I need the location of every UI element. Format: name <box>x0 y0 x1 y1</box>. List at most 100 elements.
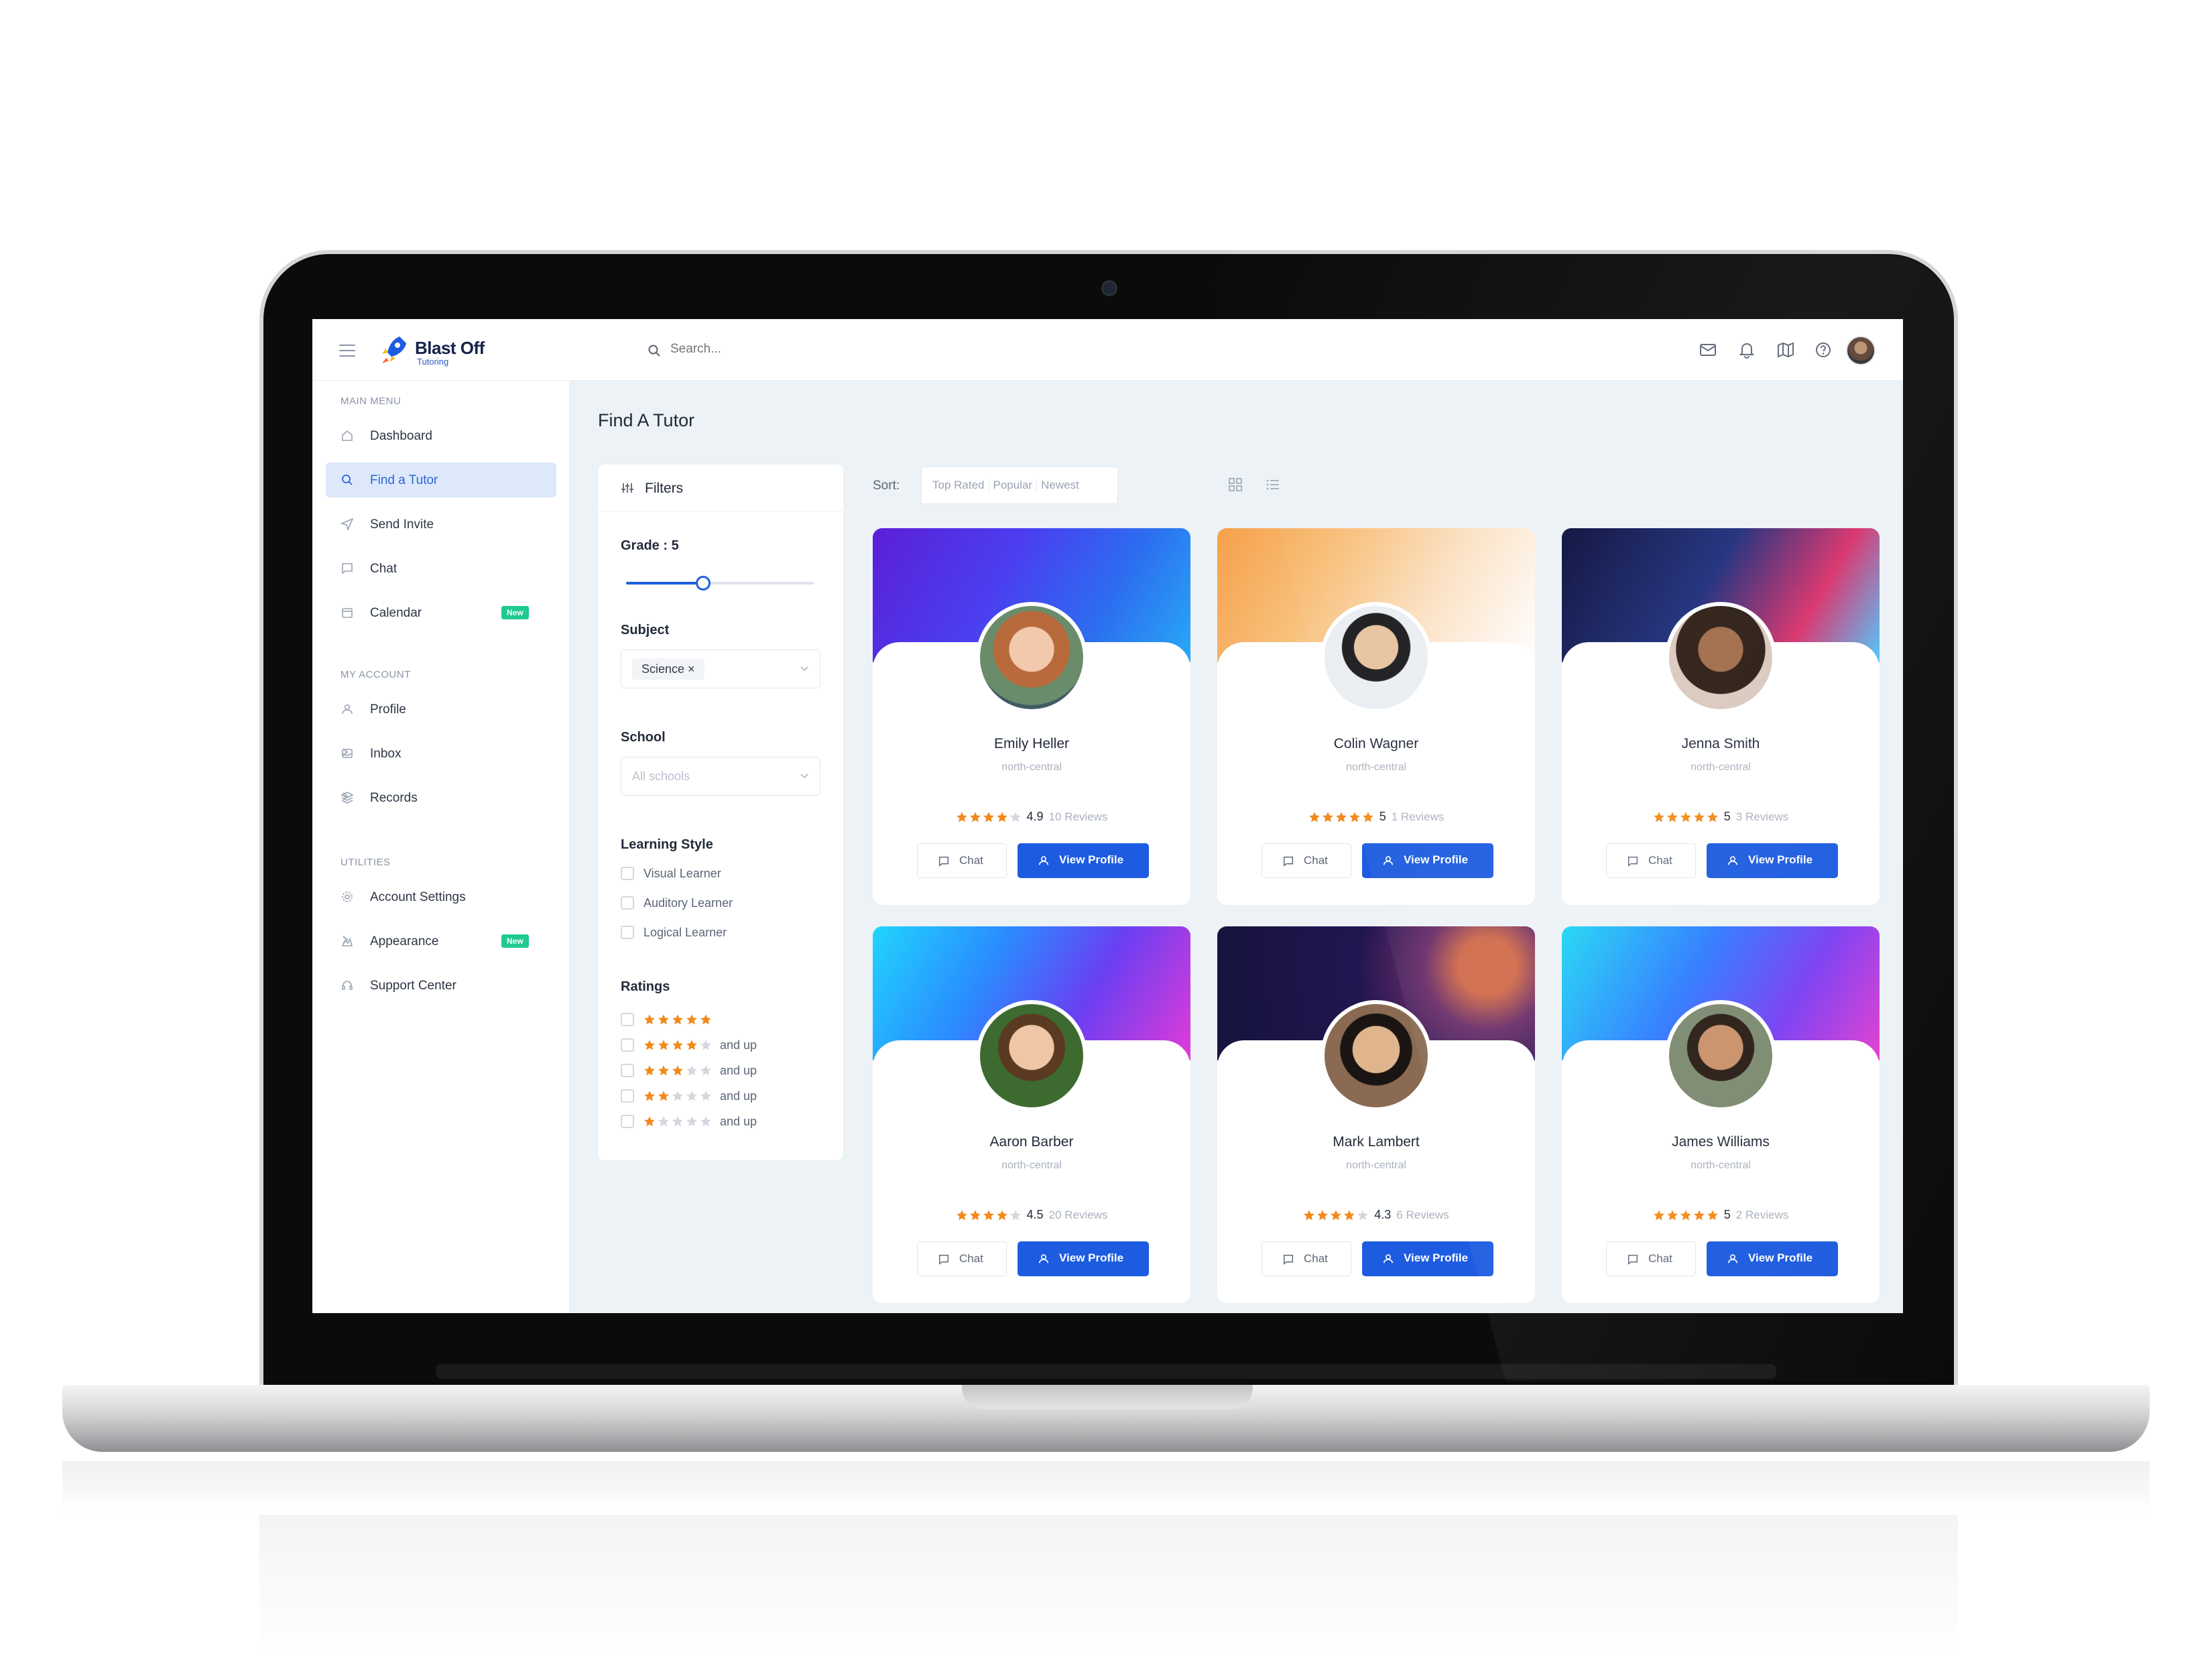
sidebar-item-label: Support Center <box>370 979 456 993</box>
help-icon[interactable] <box>1814 341 1833 359</box>
rating-stars <box>643 1115 712 1127</box>
star-filled-icon <box>1707 811 1718 822</box>
view-profile-button[interactable]: View Profile <box>1362 1241 1493 1276</box>
view-profile-button[interactable]: View Profile <box>1707 843 1838 878</box>
review-count[interactable]: 10 Reviews <box>1049 810 1108 824</box>
view-profile-label: View Profile <box>1059 1251 1124 1264</box>
review-count[interactable]: 1 Reviews <box>1392 810 1444 824</box>
tutor-rating: 4.9 10 Reviews <box>873 810 1190 824</box>
review-count[interactable]: 6 Reviews <box>1396 1209 1449 1222</box>
school-label: School <box>621 730 666 745</box>
school-select[interactable]: All schools <box>621 757 820 796</box>
filters-panel: Filters Grade : 5 Subject Science × Scho… <box>598 465 843 1160</box>
tutor-photo[interactable] <box>1665 602 1776 713</box>
star-filled-icon <box>658 1014 669 1025</box>
sort-newest[interactable]: Newest <box>1037 479 1083 492</box>
tutor-photo[interactable] <box>1665 1000 1776 1111</box>
visual-learner-checkbox[interactable] <box>621 867 634 880</box>
chat-button[interactable]: Chat <box>1262 1241 1351 1276</box>
star-empty-icon <box>686 1091 697 1101</box>
sliders-icon <box>621 483 633 493</box>
sort-popular[interactable]: Popular <box>989 479 1038 492</box>
star-empty-icon <box>672 1116 683 1127</box>
review-count[interactable]: 20 Reviews <box>1049 1209 1108 1222</box>
star-filled-icon <box>644 1014 655 1025</box>
star-filled-icon <box>1666 811 1678 822</box>
list-view-icon[interactable] <box>1266 477 1280 492</box>
logical-learner-checkbox[interactable] <box>621 926 634 939</box>
sidebar-item-find-tutor[interactable]: Find a Tutor <box>326 463 556 497</box>
tutor-photo[interactable] <box>976 602 1087 713</box>
mail-icon[interactable] <box>1699 341 1717 359</box>
user-avatar[interactable] <box>1846 336 1876 365</box>
star-filled-icon <box>644 1091 655 1101</box>
star-filled-icon <box>644 1116 655 1127</box>
chat-button[interactable]: Chat <box>1606 843 1696 878</box>
search-input[interactable] <box>670 342 912 357</box>
star-filled-icon <box>1653 1209 1664 1220</box>
rating-checkbox[interactable] <box>621 1013 634 1026</box>
star-filled-icon <box>672 1014 683 1025</box>
chat-button-label: Chat <box>1648 1252 1672 1265</box>
sidebar-item-appearance[interactable]: Appearance New <box>326 924 556 959</box>
chat-button[interactable]: Chat <box>917 843 1007 878</box>
tutor-photo[interactable] <box>1320 1000 1432 1111</box>
sidebar-item-account-settings[interactable]: Account Settings <box>326 879 556 914</box>
user-icon <box>1038 1254 1049 1264</box>
sidebar-item-inbox[interactable]: Inbox <box>326 736 556 771</box>
tutor-photo[interactable] <box>976 1000 1087 1111</box>
chat-button[interactable]: Chat <box>1606 1241 1696 1276</box>
home-icon <box>342 430 353 441</box>
chat-button[interactable]: Chat <box>917 1241 1007 1276</box>
rating-checkbox[interactable] <box>621 1115 634 1128</box>
visual-learner-label: Visual Learner <box>643 867 721 880</box>
rating-checkbox[interactable] <box>621 1038 634 1052</box>
sidebar-item-dashboard[interactable]: Dashboard <box>326 418 556 453</box>
calendar-icon <box>342 608 353 618</box>
sidebar-item-records[interactable]: Records <box>326 780 556 815</box>
view-profile-button[interactable]: View Profile <box>1018 843 1149 878</box>
bell-icon[interactable] <box>1737 341 1756 359</box>
rating-stars <box>1308 811 1374 823</box>
review-count[interactable]: 2 Reviews <box>1736 1209 1788 1222</box>
star-empty-icon <box>686 1065 697 1076</box>
grade-slider[interactable] <box>626 575 814 591</box>
user-icon <box>1727 856 1738 865</box>
subject-select[interactable]: Science × <box>621 650 820 688</box>
section-title-my-account: MY ACCOUNT <box>341 669 411 680</box>
sidebar-item-support[interactable]: Support Center <box>326 968 556 1003</box>
grid-view-icon[interactable] <box>1228 477 1243 492</box>
subject-chip[interactable]: Science × <box>632 658 704 680</box>
search-bar[interactable] <box>648 339 916 362</box>
tutor-photo[interactable] <box>1320 602 1432 713</box>
sidebar-item-label: Profile <box>370 702 406 717</box>
tutor-region: north-central <box>1691 1160 1751 1171</box>
view-profile-button[interactable]: View Profile <box>1362 843 1493 878</box>
star-filled-icon <box>1707 1209 1718 1220</box>
sidebar-item-chat[interactable]: Chat <box>326 551 556 586</box>
review-count[interactable]: 3 Reviews <box>1736 810 1788 824</box>
chat-button[interactable]: Chat <box>1262 843 1351 878</box>
sort-label: Sort: <box>873 479 900 493</box>
sidebar-item-send-invite[interactable]: Send Invite <box>326 507 556 542</box>
laptop-reflection <box>62 1461 2150 1515</box>
sidebar-item-calendar[interactable]: Calendar New <box>326 595 556 630</box>
user-icon <box>1727 1254 1738 1264</box>
rating-value: 4.9 <box>1026 810 1044 823</box>
view-profile-button[interactable]: View Profile <box>1707 1241 1838 1276</box>
rating-checkbox[interactable] <box>621 1064 634 1077</box>
view-profile-button[interactable]: View Profile <box>1018 1241 1149 1276</box>
star-filled-icon <box>996 1209 1007 1220</box>
chevron-right-icon <box>343 792 349 800</box>
menu-toggle-icon[interactable] <box>339 345 355 357</box>
star-filled-icon <box>1317 1209 1329 1220</box>
map-icon[interactable] <box>1776 341 1795 359</box>
star-empty-icon <box>686 1116 697 1127</box>
rating-stars <box>643 1064 712 1077</box>
sort-top-rated[interactable]: Top Rated <box>928 479 989 492</box>
auditory-learner-checkbox[interactable] <box>621 896 634 910</box>
sidebar-item-profile[interactable]: Profile <box>326 692 556 727</box>
star-filled-icon <box>1344 1209 1355 1220</box>
slider-handle[interactable] <box>695 576 711 591</box>
rating-checkbox[interactable] <box>621 1089 634 1103</box>
